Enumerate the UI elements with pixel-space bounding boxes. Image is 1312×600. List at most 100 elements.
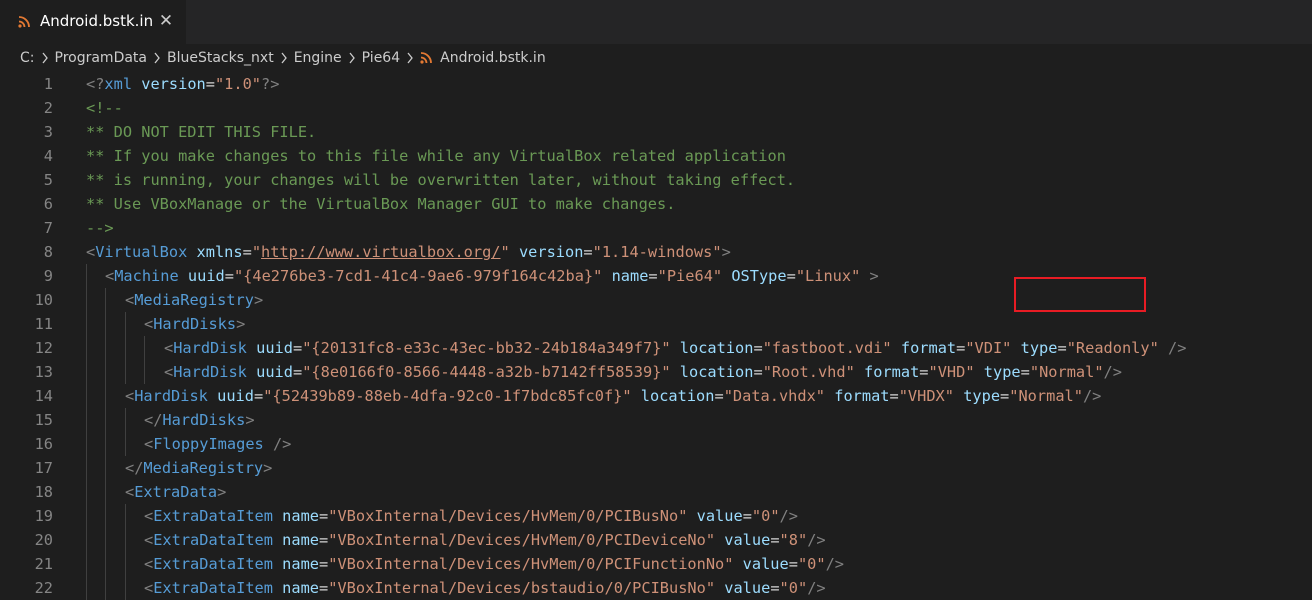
indent-guide bbox=[125, 528, 126, 552]
indent-guide bbox=[125, 336, 126, 360]
tag-name: ExtraData bbox=[134, 483, 218, 501]
indent-guide bbox=[86, 336, 87, 360]
punct: < bbox=[164, 339, 174, 357]
breadcrumb-item-engine[interactable]: Engine bbox=[294, 50, 342, 66]
code-line[interactable]: 19 <ExtraDataItem name="VBoxInternal/Devi… bbox=[0, 504, 1312, 528]
code-line[interactable]: 15 </HardDisks> bbox=[0, 408, 1312, 432]
url-link: http://www.virtualbox.org/ bbox=[261, 243, 501, 261]
attr-name: value bbox=[724, 531, 771, 549]
punct: /> bbox=[1168, 339, 1187, 357]
indent-guide bbox=[105, 288, 106, 312]
code-line[interactable]: 12 <HardDisk uuid="{20131fc8-e33c-43ec-bb… bbox=[0, 336, 1312, 360]
breadcrumb-item-pie64[interactable]: Pie64 bbox=[362, 50, 400, 66]
line-number: 18 bbox=[34, 483, 53, 501]
punct: < bbox=[86, 243, 96, 261]
tab-android-bstk-in[interactable]: Android.bstk.in ✕ bbox=[0, 0, 186, 44]
code-line[interactable]: 22 <ExtraDataItem name="VBoxInternal/Devi… bbox=[0, 576, 1312, 600]
code-text: <ExtraDataItem name="VBoxInternal/Device… bbox=[144, 528, 826, 552]
equals: = bbox=[319, 531, 329, 549]
code-line[interactable]: 17 </MediaRegistry> bbox=[0, 456, 1312, 480]
line-number: 15 bbox=[34, 411, 53, 429]
indent-guide bbox=[125, 576, 126, 600]
attr-name: location bbox=[640, 387, 715, 405]
attr-name: uuid bbox=[256, 339, 293, 357]
code-editor[interactable]: 1 <?xml version="1.0"?> 2 <!-- 3 ** DO NOT ED… bbox=[0, 72, 1312, 600]
code-text: <MediaRegistry> bbox=[125, 288, 263, 312]
code-line[interactable]: 13 <HardDisk uuid="{8e0166f0-8566-4448-a3… bbox=[0, 360, 1312, 384]
attr-value: "Linux" bbox=[795, 267, 861, 285]
tag-name: VirtualBox bbox=[95, 243, 188, 261]
code-line[interactable]: 20 <ExtraDataItem name="VBoxInternal/Devi… bbox=[0, 528, 1312, 552]
rss-file-icon bbox=[420, 52, 433, 64]
breadcrumb-item-bluestacks[interactable]: BlueStacks_nxt bbox=[167, 50, 274, 66]
code-line[interactable]: 5 ** is running, your changes will be ove… bbox=[0, 168, 1312, 192]
line-number: 6 bbox=[43, 195, 53, 213]
indent-guide bbox=[105, 576, 106, 600]
code-line[interactable]: 10 <MediaRegistry> bbox=[0, 288, 1312, 312]
attr-name: name bbox=[282, 531, 320, 549]
chevron-right-icon bbox=[348, 52, 356, 64]
code-line[interactable]: 1 <?xml version="1.0"?> bbox=[0, 72, 1312, 96]
attr-name: value bbox=[696, 507, 743, 525]
indent-guide bbox=[86, 528, 87, 552]
tag-name: MediaRegistry bbox=[134, 291, 254, 309]
attr-value: "Normal" bbox=[1029, 363, 1104, 381]
attr-name: location bbox=[679, 363, 754, 381]
punct: < bbox=[164, 363, 174, 381]
chevron-right-icon bbox=[406, 52, 414, 64]
tag-name: FloppyImages bbox=[153, 435, 264, 453]
comment: ** DO NOT EDIT THIS FILE. bbox=[86, 123, 317, 141]
tag-name: HardDisk bbox=[173, 339, 247, 357]
code-line[interactable]: 4 ** If you make changes to this file whi… bbox=[0, 144, 1312, 168]
code-line[interactable]: 21 <ExtraDataItem name="VBoxInternal/Devi… bbox=[0, 552, 1312, 576]
breadcrumb-item-file[interactable]: Android.bstk.in bbox=[440, 50, 546, 66]
line-number: 19 bbox=[34, 507, 53, 525]
line-number: 5 bbox=[43, 171, 53, 189]
breadcrumb-item-programdata[interactable]: ProgramData bbox=[55, 50, 148, 66]
code-line[interactable]: 18 <ExtraData> bbox=[0, 480, 1312, 504]
punct: < bbox=[144, 579, 154, 597]
equals: = bbox=[770, 579, 780, 597]
code-line[interactable]: 8 <VirtualBox xmlns="http://www.virtualbo… bbox=[0, 240, 1312, 264]
breadcrumb-item-drive[interactable]: C: bbox=[20, 50, 35, 66]
punct: < bbox=[144, 315, 154, 333]
indent-guide bbox=[86, 288, 87, 312]
equals: = bbox=[242, 243, 252, 261]
code-line[interactable]: 11 <HardDisks> bbox=[0, 312, 1312, 336]
line-number: 10 bbox=[34, 291, 53, 309]
indent-guide bbox=[86, 576, 87, 600]
equals: = bbox=[742, 507, 752, 525]
indent-guide bbox=[86, 264, 87, 288]
code-text: <HardDisks> bbox=[144, 312, 245, 336]
close-icon[interactable]: ✕ bbox=[155, 10, 177, 32]
attr-name: version bbox=[141, 75, 206, 93]
code-line[interactable]: 7 --> bbox=[0, 216, 1312, 240]
code-line[interactable]: 6 ** Use VBoxManage or the VirtualBox Man… bbox=[0, 192, 1312, 216]
indent-guide bbox=[86, 384, 87, 408]
attr-value: "1.0" bbox=[214, 75, 262, 93]
attr-value: " bbox=[500, 243, 510, 261]
tag-name: ExtraDataItem bbox=[153, 555, 273, 573]
code-text: <ExtraData> bbox=[125, 480, 226, 504]
line-number: 17 bbox=[34, 459, 53, 477]
code-line[interactable]: 3 ** DO NOT EDIT THIS FILE. bbox=[0, 120, 1312, 144]
code-line[interactable]: 9 <Machine uuid="{4e276be3-7cd1-41c4-9ae6… bbox=[0, 264, 1312, 288]
attr-name: uuid bbox=[217, 387, 254, 405]
indent-guide bbox=[105, 408, 106, 432]
tag-name: ExtraDataItem bbox=[153, 507, 273, 525]
code-line[interactable]: 2 <!-- bbox=[0, 96, 1312, 120]
equals: = bbox=[889, 387, 899, 405]
code-line[interactable]: 14 <HardDisk uuid="{52439b89-88eb-4dfa-92… bbox=[0, 384, 1312, 408]
attr-name: format bbox=[864, 363, 920, 381]
code-line[interactable]: 16 <FloppyImages /> bbox=[0, 432, 1312, 456]
